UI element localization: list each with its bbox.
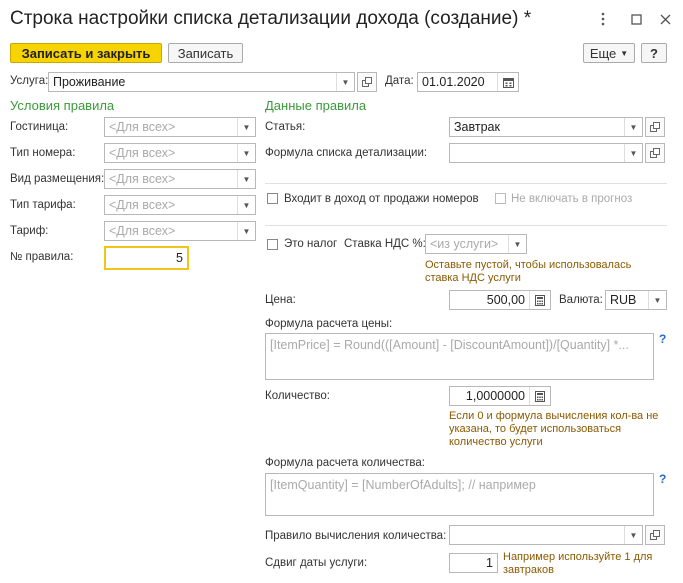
price-value: 500,00 — [486, 293, 525, 307]
date-shift-label: Сдвиг даты услуги: — [265, 557, 368, 569]
detail-formula-field[interactable]: ▼ — [449, 143, 643, 163]
article-dropdown-icon[interactable]: ▼ — [624, 118, 642, 136]
more-menu-button[interactable]: Еще ▼ — [583, 43, 635, 63]
hotel-placeholder: <Для всех> — [109, 120, 176, 134]
service-field[interactable]: Проживание ▼ — [48, 72, 355, 92]
calculator-icon[interactable] — [529, 387, 550, 405]
price-formula-help-icon[interactable]: ? — [659, 332, 666, 346]
divider — [265, 183, 667, 184]
quantity-formula-label: Формула расчета количества: — [265, 457, 425, 469]
price-formula-textarea[interactable]: [ItemPrice] = Round(([Amount] - [Discoun… — [265, 333, 654, 380]
room-type-label: Тип номера: — [10, 147, 76, 159]
price-field[interactable]: 500,00 — [449, 290, 551, 310]
help-button[interactable]: ? — [641, 43, 667, 63]
rate-dropdown-icon[interactable]: ▼ — [237, 222, 255, 240]
section-rule-conditions: Условия правила — [10, 98, 115, 113]
open-link-icon — [650, 122, 660, 132]
more-menu-label: Еще — [589, 45, 617, 61]
rule-number-field[interactable]: 5 — [104, 246, 189, 270]
room-type-field[interactable]: <Для всех> ▼ — [104, 143, 256, 163]
maximize-icon[interactable] — [627, 10, 645, 28]
article-open-button[interactable] — [645, 117, 665, 137]
quantity-rule-label: Правило вычисления количества: — [265, 530, 447, 542]
rate-type-field[interactable]: <Для всех> ▼ — [104, 195, 256, 215]
date-label: Дата: — [385, 75, 414, 87]
article-label: Статья: — [265, 121, 306, 133]
quantity-rule-dropdown-icon[interactable]: ▼ — [624, 526, 642, 544]
rate-type-label: Тип тарифа: — [10, 199, 76, 211]
save-and-close-button[interactable]: Записать и закрыть — [10, 43, 162, 63]
room-type-placeholder: <Для всех> — [109, 146, 176, 160]
date-value: 01.01.2020 — [422, 75, 485, 89]
hotel-label: Гостиница: — [10, 121, 69, 133]
date-field[interactable]: 01.01.2020 — [417, 72, 519, 92]
vat-rate-placeholder: <из услуги> — [430, 237, 499, 251]
rule-number-label: № правила: — [10, 251, 74, 263]
save-button[interactable]: Записать — [168, 43, 243, 63]
calendar-icon[interactable] — [497, 73, 518, 91]
price-formula-label: Формула расчета цены: — [265, 318, 393, 330]
section-rule-data: Данные правила — [265, 98, 367, 113]
date-shift-field[interactable]: 1 — [449, 553, 498, 573]
divider — [265, 225, 667, 226]
quantity-formula-help-icon[interactable]: ? — [659, 472, 666, 486]
currency-label: Валюта: — [559, 294, 603, 306]
service-open-button[interactable] — [357, 72, 377, 92]
vat-rate-label: Ставка НДС %: — [344, 238, 426, 250]
accommodation-type-dropdown-icon[interactable]: ▼ — [237, 170, 255, 188]
vat-rate-dropdown-icon[interactable]: ▼ — [508, 235, 526, 253]
service-value: Проживание — [53, 75, 126, 89]
open-link-icon — [650, 530, 660, 540]
currency-field[interactable]: RUB ▼ — [605, 290, 667, 310]
vat-rate-field[interactable]: <из услуги> ▼ — [425, 234, 527, 254]
room-type-dropdown-icon[interactable]: ▼ — [237, 144, 255, 162]
open-link-icon — [362, 77, 372, 87]
hotel-dropdown-icon[interactable]: ▼ — [237, 118, 255, 136]
price-label: Цена: — [265, 294, 296, 306]
detail-formula-label: Формула списка детализации: — [265, 147, 428, 159]
is-tax-checkbox[interactable] — [267, 239, 278, 250]
service-dropdown-icon[interactable]: ▼ — [336, 73, 354, 91]
quantity-formula-textarea[interactable]: [ItemQuantity] = [NumberOfAdults]; // на… — [265, 473, 654, 516]
article-field[interactable]: Завтрак ▼ — [449, 117, 643, 137]
currency-dropdown-icon[interactable]: ▼ — [648, 291, 666, 309]
rate-field[interactable]: <Для всех> ▼ — [104, 221, 256, 241]
rule-number-value: 5 — [176, 251, 183, 265]
rate-type-dropdown-icon[interactable]: ▼ — [237, 196, 255, 214]
window-title: Строка настройки списка детализации дохо… — [10, 8, 532, 29]
vat-hint: Оставьте пустой, чтобы использовалась ст… — [425, 259, 632, 284]
open-link-icon — [650, 148, 660, 158]
hotel-field[interactable]: <Для всех> ▼ — [104, 117, 256, 137]
close-icon[interactable] — [656, 10, 674, 28]
calculator-icon[interactable] — [529, 291, 550, 309]
rate-label: Тариф: — [10, 225, 49, 237]
quantity-hint: Если 0 и формула вычисления кол-ва не ук… — [449, 410, 659, 448]
article-value: Завтрак — [454, 120, 500, 134]
date-shift-hint: Например используйте 1 для завтраков — [503, 551, 653, 576]
rate-placeholder: <Для всех> — [109, 224, 176, 238]
quantity-label: Количество: — [265, 390, 330, 402]
detail-formula-dropdown-icon[interactable]: ▼ — [624, 144, 642, 162]
more-vertical-icon[interactable] — [594, 10, 612, 28]
quantity-field[interactable]: 1,0000000 — [449, 386, 551, 406]
quantity-rule-open-button[interactable] — [645, 525, 665, 545]
is-tax-label: Это налог — [284, 238, 338, 250]
rate-type-placeholder: <Для всех> — [109, 198, 176, 212]
room-revenue-checkbox[interactable] — [267, 193, 278, 204]
quantity-value: 1,0000000 — [465, 389, 525, 403]
accommodation-type-label: Вид размещения: — [10, 173, 105, 185]
dropdown-arrow-icon: ▼ — [620, 48, 629, 58]
exclude-forecast-label: Не включать в прогноз — [511, 193, 633, 205]
date-shift-value: 1 — [486, 556, 493, 570]
accommodation-type-placeholder: <Для всех> — [109, 172, 176, 186]
currency-value: RUB — [610, 293, 637, 307]
service-label: Услуга: — [10, 75, 49, 87]
quantity-rule-field[interactable]: ▼ — [449, 525, 643, 545]
exclude-forecast-checkbox[interactable] — [495, 193, 506, 204]
accommodation-type-field[interactable]: <Для всех> ▼ — [104, 169, 256, 189]
room-revenue-label: Входит в доход от продажи номеров — [284, 193, 479, 205]
detail-formula-open-button[interactable] — [645, 143, 665, 163]
